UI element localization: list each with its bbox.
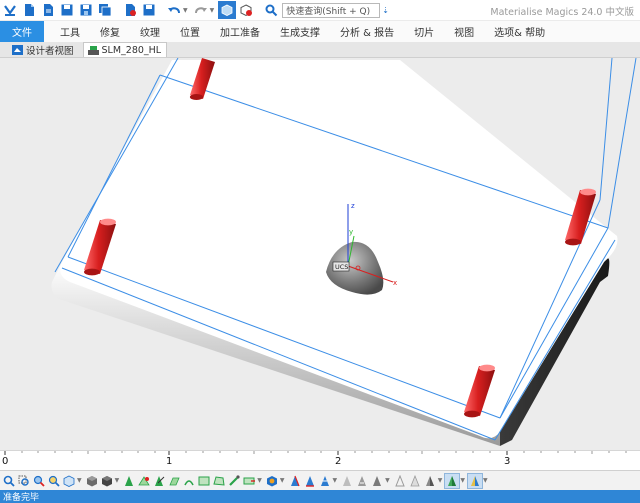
menu-slice[interactable]: 切片 [404,21,444,42]
undo-dropdown-icon[interactable]: ▼ [183,7,188,14]
designer-view-icon [12,44,23,55]
triangles-icon[interactable] [265,474,279,488]
menu-file[interactable]: 文件 [0,21,44,42]
shaded-cube-icon[interactable] [100,474,114,488]
dropdown-icon[interactable]: ▼ [483,477,488,484]
new-file-icon[interactable] [20,1,38,19]
zoom-window-icon[interactable] [17,474,31,488]
dropdown-icon[interactable]: ▼ [280,477,285,484]
view-toolbar: ▼ ▼ ▼ ▼ ▼ ▼ ▼ ▼ ▼ [0,470,640,490]
z-axis-label: z [351,202,355,210]
save-all-icon[interactable] [96,1,114,19]
import-icon[interactable] [121,1,139,19]
zoom-fit-icon[interactable] [32,474,46,488]
app-title: Materialise Magics 24.0 中文版 [490,7,634,18]
ribbon-menu: 文件 工具 修复 纹理 位置 加工准备 生成支撑 分析 & 报告 切片 视图 选… [0,21,640,42]
save-icon[interactable] [58,1,76,19]
search-dropdown-icon[interactable]: ⇣ [382,6,389,15]
solid-icon[interactable] [423,474,437,488]
quick-access-toolbar: ▼ ▼ 快速查询(Shift + Q) ⇣ Materialise Magics… [0,0,640,20]
dropdown-icon[interactable]: ▼ [257,477,262,484]
document-tabs: 设计者视图 SLM_280_HL [0,42,640,58]
select-poly-icon[interactable] [212,474,226,488]
overlap-icon[interactable] [318,474,332,488]
tab-designer-view[interactable]: 设计者视图 [8,42,79,57]
select-window-icon[interactable] [197,474,211,488]
shells-icon[interactable] [340,474,354,488]
tab-label: SLM_280_HL [101,44,162,56]
tab-slm-280-hl[interactable]: SLM_280_HL [82,42,168,57]
reset-view-icon[interactable] [237,1,255,19]
bad-edges-icon[interactable] [288,474,302,488]
zoom-icon[interactable] [2,474,16,488]
ucs-label: UCS [335,263,348,271]
select-brush-icon[interactable] [227,474,241,488]
redo-icon[interactable] [192,1,210,19]
view-cube-icon[interactable] [62,474,76,488]
save-as-icon[interactable] [77,1,95,19]
status-text: 准备完毕 [3,493,40,503]
open-file-icon[interactable] [39,1,57,19]
shade-icon[interactable] [370,474,384,488]
noise-icon[interactable] [355,474,369,488]
points-icon[interactable] [408,474,422,488]
undo-icon[interactable] [165,1,183,19]
view-3d-icon[interactable] [218,1,237,19]
settings-icon[interactable] [262,1,280,19]
menu-fix[interactable]: 修复 [90,21,130,42]
save-all-icon[interactable] [140,1,158,19]
y-axis-label: y [349,228,353,236]
wire-icon[interactable] [393,474,407,488]
zoom-selection-icon[interactable] [47,474,61,488]
mark-surface-icon[interactable] [137,474,151,488]
mark-triangle-icon[interactable] [122,474,136,488]
x-axis-label: x [393,279,397,287]
dropdown-icon[interactable]: ▼ [115,477,120,484]
dropdown-icon[interactable]: ▼ [438,477,443,484]
mark-contour-icon[interactable] [182,474,196,488]
dropdown-icon[interactable]: ▼ [460,477,465,484]
menu-generate-support[interactable]: 生成支撑 [270,21,330,42]
machine-platform-icon [87,45,99,55]
magics-logo-icon[interactable] [1,1,19,19]
transparent-icon[interactable] [444,472,461,489]
redo-dropdown-icon[interactable]: ▼ [210,7,215,14]
3d-viewport[interactable]: z y x UCS [0,58,640,450]
measure-icon[interactable] [242,474,256,488]
menu-options-help[interactable]: 选项& 帮助 [484,21,555,42]
ruler-tick-label: 1 [166,456,173,467]
quick-search-input[interactable]: 快速查询(Shift + Q) [282,2,381,18]
flipped-icon[interactable] [303,474,317,488]
mark-shell-icon[interactable] [152,474,166,488]
menu-build-prep[interactable]: 加工准备 [210,21,270,42]
tab-label: 设计者视图 [26,45,74,57]
dropdown-icon[interactable]: ▼ [385,477,390,484]
quick-search-placeholder: 快速查询(Shift + Q) [286,6,371,17]
solid-color-icon[interactable] [467,472,483,489]
ruler-tick-label: 3 [504,456,511,467]
menu-view[interactable]: 视图 [444,21,484,42]
dropdown-icon[interactable]: ▼ [77,477,82,484]
dropdown-icon[interactable]: ▼ [333,477,338,484]
ruler-tick-label: 0 [2,456,9,467]
menu-position[interactable]: 位置 [170,21,210,42]
ruler: 0 1 2 3 [0,450,640,470]
rotate-view-icon[interactable] [85,474,99,488]
menu-tools[interactable]: 工具 [50,21,90,42]
mark-plane-icon[interactable] [167,474,181,488]
menu-analyze-report[interactable]: 分析 & 报告 [330,21,404,42]
menu-texture[interactable]: 纹理 [130,21,170,42]
ruler-tick-label: 2 [335,456,342,467]
status-bar: 准备完毕 [0,490,640,503]
